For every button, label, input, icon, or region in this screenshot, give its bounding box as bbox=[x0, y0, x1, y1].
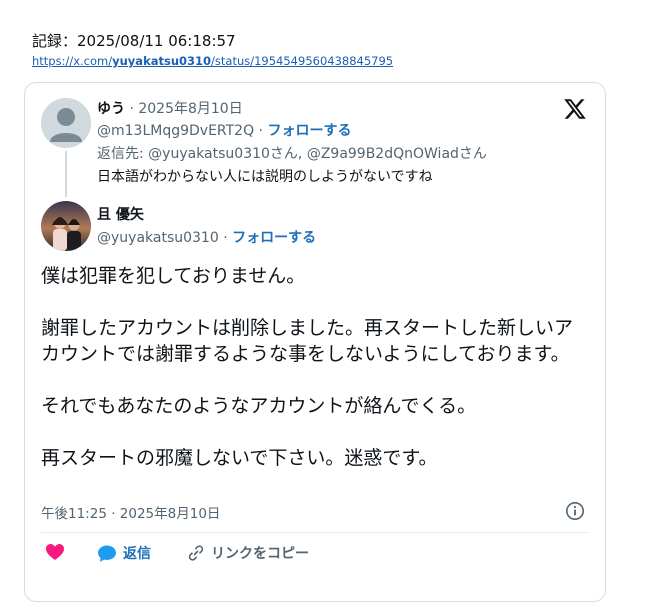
photo-avatar-icon bbox=[41, 201, 91, 251]
info-icon[interactable] bbox=[565, 501, 585, 521]
url-user: yuyakatsu0310 bbox=[112, 54, 212, 68]
tweet-paragraph: それでもあなたのようなアカウントが絡んでくる。 bbox=[41, 395, 477, 417]
main-tweet-body: 僕は犯罪を犯しておりません。 謝罪したアカウントは削除しました。再スタートした新… bbox=[41, 263, 581, 471]
main-handle[interactable]: @yuyakatsu0310 · bbox=[97, 230, 232, 246]
copy-link-label: リンクをコピー bbox=[211, 546, 309, 562]
parent-reply-to: 返信先: @yuyakatsu0310さん, @Z9a99B2dQnOWiadさ… bbox=[97, 146, 487, 162]
parent-avatar[interactable] bbox=[41, 98, 91, 148]
parent-tweet-text: 日本語がわからない人には説明のしようがないですね bbox=[97, 169, 433, 185]
url-suffix: /status/1954549560438845795 bbox=[211, 54, 394, 68]
reply-bubble-icon bbox=[98, 545, 116, 562]
divider bbox=[41, 532, 589, 533]
copy-link-button[interactable]: リンクをコピー bbox=[187, 543, 309, 563]
thread-connector-line bbox=[65, 151, 67, 197]
reply-button[interactable]: 返信 bbox=[97, 543, 151, 563]
parent-date[interactable]: · 2025年8月10日 bbox=[125, 101, 242, 117]
heart-icon bbox=[46, 544, 64, 560]
record-timestamp: 記録：2025/08/11 06:18:57 bbox=[32, 32, 236, 50]
parent-handle[interactable]: @m13LMqg9DvERT2Q · bbox=[97, 123, 267, 139]
like-button[interactable] bbox=[45, 543, 65, 561]
link-icon bbox=[188, 545, 204, 561]
x-logo-icon[interactable] bbox=[563, 97, 587, 121]
tweet-paragraph: 再スタートの邪魔しないで下さい。迷惑です。 bbox=[41, 447, 438, 469]
tweet-paragraph: 謝罪したアカウントは削除しました。再スタートした新しいアカウントでは謝罪するよう… bbox=[41, 317, 574, 365]
main-handle-line: @yuyakatsu0310 · フォローする bbox=[97, 227, 316, 247]
tweet-embed-card: ゆう · 2025年8月10日 @m13LMqg9DvERT2Q · フォローす… bbox=[24, 82, 606, 602]
main-author-avatar[interactable] bbox=[41, 201, 91, 251]
default-avatar-icon bbox=[41, 98, 91, 148]
parent-author-line: ゆう · 2025年8月10日 bbox=[97, 98, 243, 118]
tweet-paragraph: 僕は犯罪を犯しておりません。 bbox=[41, 265, 306, 287]
parent-handle-line: @m13LMqg9DvERT2Q · フォローする bbox=[97, 120, 351, 140]
parent-author-name[interactable]: ゆう bbox=[97, 101, 125, 117]
reply-label: 返信 bbox=[123, 546, 151, 562]
tweet-url-link[interactable]: https://x.com/yuyakatsu0310/status/19545… bbox=[32, 54, 393, 68]
main-follow-button[interactable]: フォローする bbox=[232, 230, 316, 246]
main-tweet-timestamp[interactable]: 午後11:25 · 2025年8月10日 bbox=[41, 502, 220, 522]
main-author-name[interactable]: 且 優矢 bbox=[97, 204, 144, 224]
url-prefix: https://x.com/ bbox=[32, 54, 113, 68]
parent-follow-button[interactable]: フォローする bbox=[267, 123, 351, 139]
